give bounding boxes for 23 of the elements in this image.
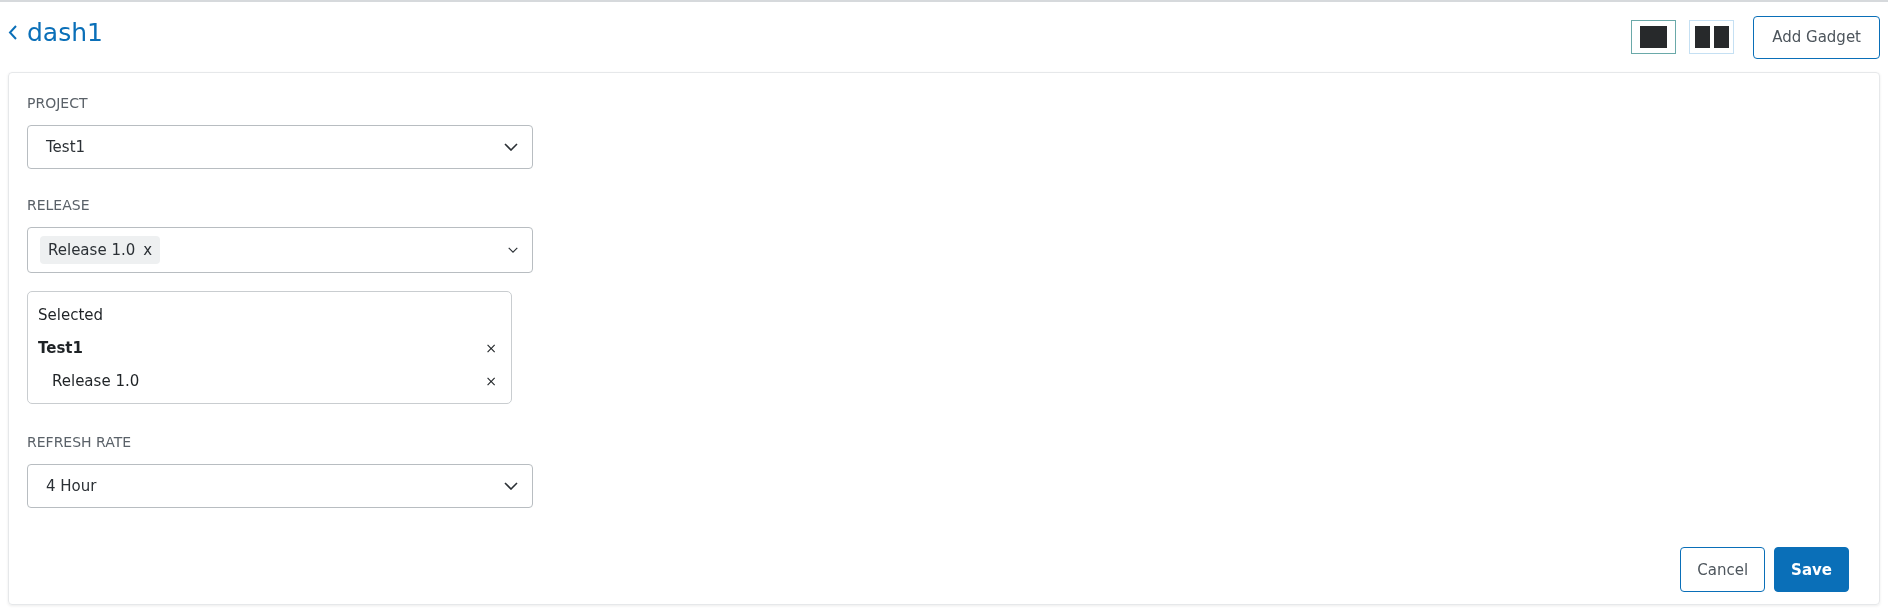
field-label: REFRESH RATE bbox=[27, 434, 133, 450]
back-link[interactable]: dash1 bbox=[8, 17, 103, 47]
two-column-layout-button[interactable] bbox=[1689, 20, 1735, 54]
add-gadget-button[interactable]: Add Gadget bbox=[1753, 15, 1880, 59]
cancel-button[interactable]: Cancel bbox=[1680, 547, 1766, 592]
remove-button[interactable]: × bbox=[485, 339, 497, 356]
save-button[interactable]: Save bbox=[1774, 547, 1849, 592]
selected-item: Release 1.0 bbox=[52, 371, 140, 390]
field-label: PROJECT bbox=[27, 95, 89, 111]
back-icon bbox=[8, 24, 17, 40]
chevron-down-icon bbox=[508, 247, 518, 253]
panel-title: Selected bbox=[38, 305, 104, 324]
dashboard-title: dash1 bbox=[27, 17, 103, 47]
select-field[interactable]: Test1 bbox=[27, 125, 533, 169]
single-column-layout-button[interactable] bbox=[1631, 20, 1677, 54]
remove-button[interactable]: × bbox=[485, 372, 497, 389]
select-field[interactable]: 4 Hour bbox=[27, 464, 533, 508]
chevron-down-icon bbox=[504, 143, 518, 151]
multi-select-field[interactable]: Release 1.0 x bbox=[27, 227, 533, 273]
chevron-down-icon bbox=[504, 482, 518, 490]
selected-item: Test1 bbox=[38, 338, 83, 357]
field-label: RELEASE bbox=[27, 197, 91, 213]
release-tag: Release 1.0 x bbox=[40, 236, 161, 264]
